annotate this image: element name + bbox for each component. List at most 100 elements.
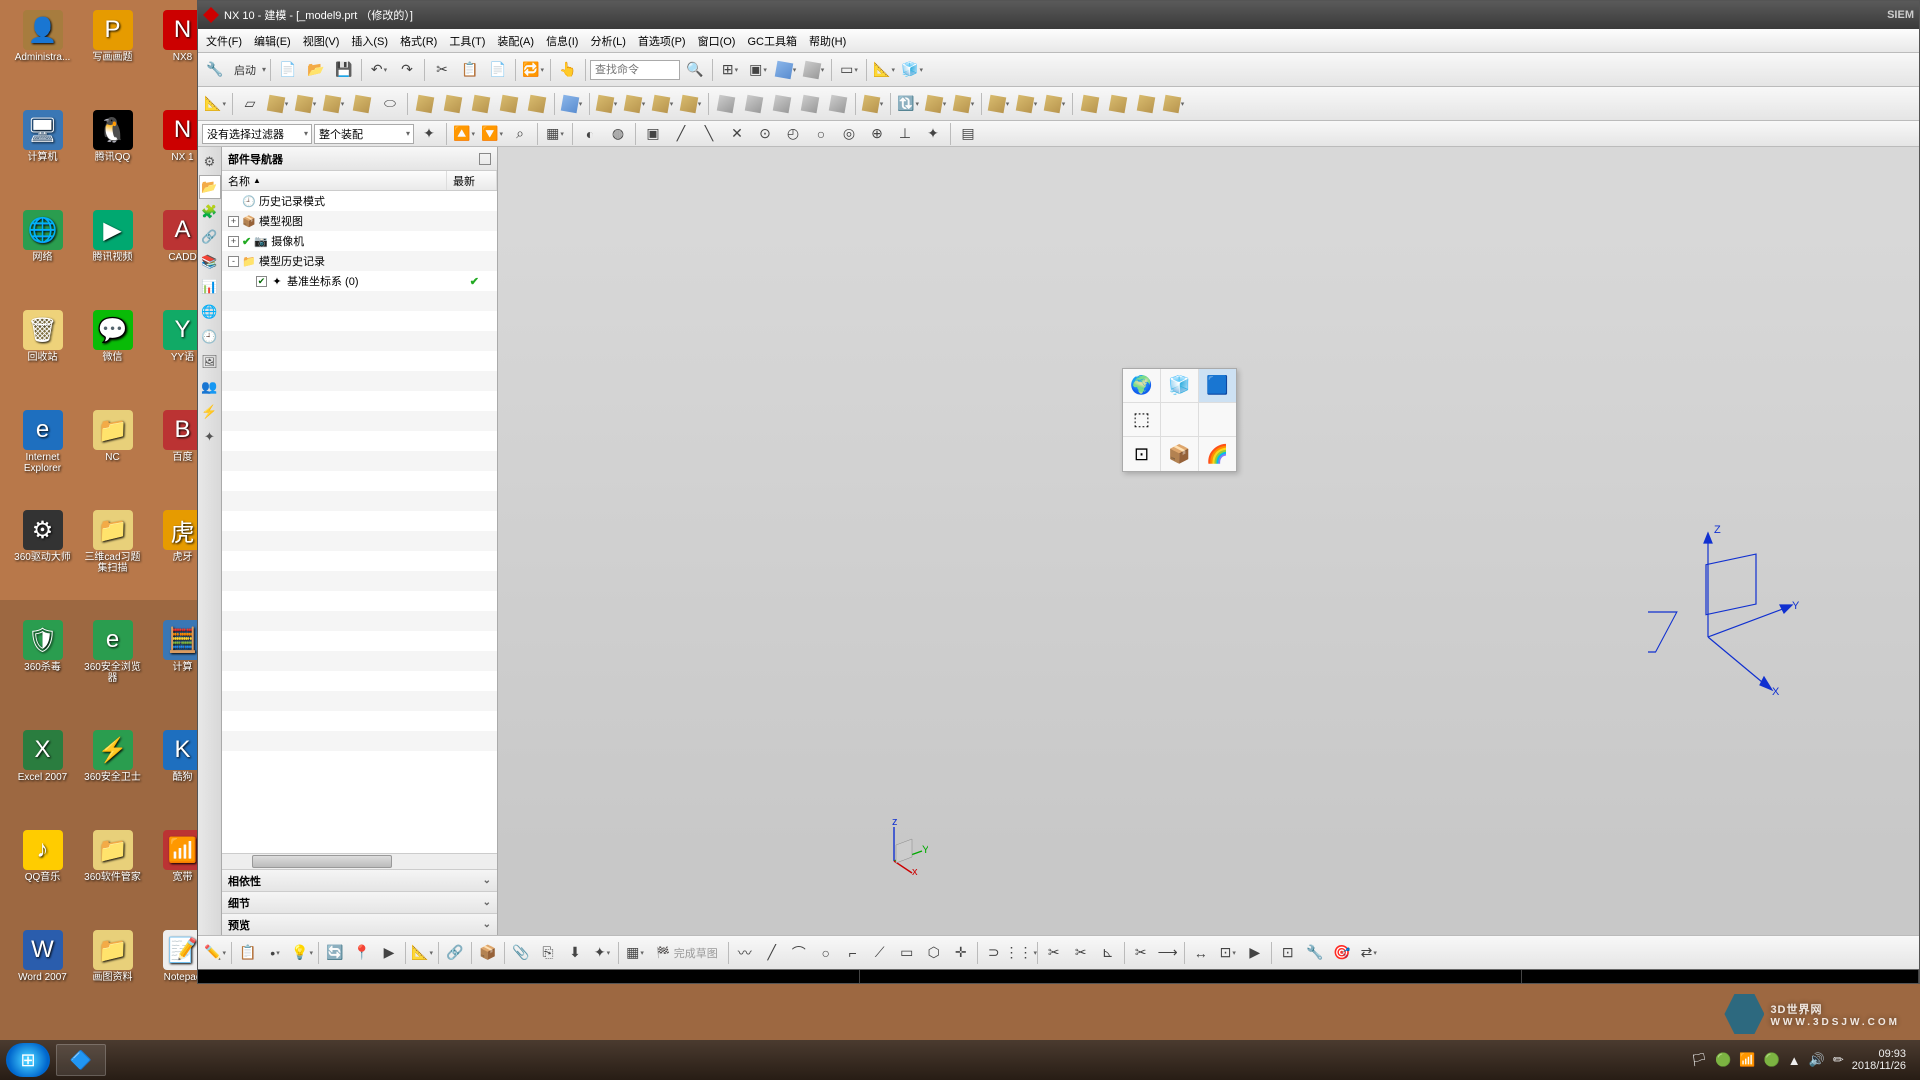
snap-quadrant-icon[interactable]: ◴ xyxy=(780,121,806,147)
menu-item[interactable]: 工具(T) xyxy=(443,31,491,51)
block-button[interactable] xyxy=(349,91,375,117)
circle-button[interactable]: ○ xyxy=(813,940,839,966)
desktop-icon[interactable]: ▶腾讯视频 xyxy=(80,210,145,263)
resource-tab-assembly[interactable]: 🧩 xyxy=(199,200,221,224)
sketch-button[interactable]: 📐 xyxy=(202,91,228,117)
orient-button[interactable] xyxy=(773,57,799,83)
desktop-icon[interactable]: 🛡360杀毒 xyxy=(10,620,75,673)
layer-button[interactable]: ▭ xyxy=(836,57,862,83)
resource-tab-constraint[interactable]: 🔗 xyxy=(199,225,221,249)
move-face-button[interactable] xyxy=(986,91,1012,117)
snap-perp-icon[interactable]: ⊥ xyxy=(892,121,918,147)
polygon-button[interactable]: ⬡ xyxy=(921,940,947,966)
pad-button[interactable] xyxy=(412,91,438,117)
copy-button[interactable]: 📋 xyxy=(457,57,483,83)
snap-intersect-icon[interactable]: ✕ xyxy=(724,121,750,147)
slot-button[interactable] xyxy=(468,91,494,117)
snap-edge-button[interactable]: ◍ xyxy=(605,121,631,147)
pattern-feature-button[interactable] xyxy=(860,91,886,117)
snap-pole-icon[interactable]: ✦ xyxy=(920,121,946,147)
type-filter-select[interactable]: 没有选择过滤器 xyxy=(202,124,312,144)
mirror-feature-button[interactable]: 🔃 xyxy=(895,91,921,117)
sketch-point-button[interactable]: • xyxy=(262,940,288,966)
instance-button[interactable] xyxy=(923,91,949,117)
menu-item[interactable]: 装配(A) xyxy=(491,31,540,51)
tray-volume-icon[interactable]: 🔊 xyxy=(1809,1052,1825,1068)
menu-item[interactable]: 分析(L) xyxy=(584,31,631,51)
fit-button[interactable]: ▣ xyxy=(745,57,771,83)
desktop-icon[interactable]: 🐧腾讯QQ xyxy=(80,110,145,163)
start-button[interactable]: ⊞ xyxy=(6,1043,50,1077)
show-constraint-button[interactable]: ⊡ xyxy=(1275,940,1301,966)
delete-face-button[interactable] xyxy=(1077,91,1103,117)
view-wireframe-hidden-icon[interactable]: ⬚ xyxy=(1123,403,1161,436)
line-button[interactable]: ╱ xyxy=(759,940,785,966)
offset-region-button[interactable] xyxy=(1133,91,1159,117)
profile-button[interactable]: 〰 xyxy=(732,940,758,966)
resource-tab-more[interactable]: ✦ xyxy=(199,425,221,449)
tray-shield-icon[interactable]: 🟢 xyxy=(1715,1052,1731,1068)
desktop-icon[interactable]: 🌐网络 xyxy=(10,210,75,263)
resource-tab-history[interactable]: 🕘 xyxy=(199,325,221,349)
view-studio-icon[interactable]: 📦 xyxy=(1161,437,1199,471)
undo-button[interactable]: ↶ xyxy=(366,57,392,83)
snap-existing-icon[interactable]: ○ xyxy=(808,121,834,147)
resource-tab-hd3d[interactable]: 📊 xyxy=(199,275,221,299)
desktop-icon[interactable]: 💬微信 xyxy=(80,310,145,363)
desktop-icon[interactable]: ⚡360安全卫士 xyxy=(80,730,145,783)
sel-intent-button[interactable]: 🔼 xyxy=(451,121,477,147)
menu-item[interactable]: 信息(I) xyxy=(540,31,584,51)
start-dropdown[interactable]: 🔧 xyxy=(202,57,228,83)
geo-constraint-button[interactable]: ⊡ xyxy=(1215,940,1241,966)
view-true-shading-icon[interactable]: 🌍 xyxy=(1123,369,1161,402)
tray-up-icon[interactable]: ▲ xyxy=(1788,1053,1801,1068)
trim-body-button[interactable] xyxy=(713,91,739,117)
tray-input-icon[interactable]: ✏ xyxy=(1833,1052,1844,1068)
resource-tab-browser[interactable]: 🌐 xyxy=(199,300,221,324)
offset-curve-button[interactable]: ⊃ xyxy=(981,940,1007,966)
point-button[interactable]: ✛ xyxy=(948,940,974,966)
sketch-constraints-button[interactable]: 📐 xyxy=(409,940,435,966)
menu-item[interactable]: 窗口(O) xyxy=(692,31,742,51)
col-name[interactable]: 名称▲ xyxy=(222,171,447,190)
desktop-icon[interactable]: XExcel 2007 xyxy=(10,730,75,783)
revolve-button[interactable] xyxy=(293,91,319,117)
menu-item[interactable]: 帮助(H) xyxy=(803,31,852,51)
sel-general-button[interactable]: ✦ xyxy=(416,121,442,147)
view-shaded-icon[interactable]: 🟦 xyxy=(1199,369,1236,402)
sketch-update-button[interactable]: 🔄 xyxy=(322,940,348,966)
copy-face-button[interactable] xyxy=(1105,91,1131,117)
move-button[interactable]: 📐 xyxy=(871,57,897,83)
more-syn-button[interactable] xyxy=(1161,91,1187,117)
tray-app-icon[interactable]: 🟢 xyxy=(1764,1052,1780,1068)
desktop-icon[interactable]: 📁360软件管家 xyxy=(80,830,145,883)
draft-button[interactable] xyxy=(650,91,676,117)
wcs-button[interactable]: 🧊 xyxy=(899,57,925,83)
sketch-light-button[interactable]: 💡 xyxy=(289,940,315,966)
snap-point-button[interactable]: ▦ xyxy=(542,121,568,147)
sel-relation-button[interactable]: 🔽 xyxy=(479,121,505,147)
auto-constraint-button[interactable]: 🔧 xyxy=(1302,940,1328,966)
desktop-icon[interactable]: 👤Administra... xyxy=(10,10,75,63)
sketch-task-env-button[interactable]: ▦ xyxy=(622,940,648,966)
snap-oncurve-icon[interactable]: ◎ xyxy=(836,121,862,147)
group-button[interactable] xyxy=(951,91,977,117)
snap-end-icon[interactable]: ▣ xyxy=(640,121,666,147)
desktop-icon[interactable]: 📁画图资料 xyxy=(80,930,145,983)
view-wireframe-icon[interactable] xyxy=(1199,403,1236,436)
resource-tab-reuse[interactable]: 📚 xyxy=(199,250,221,274)
fillet-button[interactable]: ⌐ xyxy=(840,940,866,966)
navigator-tree[interactable]: 🕘历史记录模式+📦模型视图+✔📷摄像机-📁模型历史记录✔✦基准坐标系 (0)✔ xyxy=(222,191,497,853)
navigator-undock-button[interactable] xyxy=(479,153,491,165)
open-button[interactable]: 📂 xyxy=(303,57,329,83)
snap-face-button[interactable]: ◐ xyxy=(577,121,603,147)
view-shaded-edges-icon[interactable]: 🧊 xyxy=(1161,369,1199,402)
tree-row[interactable]: -📁模型历史记录 xyxy=(222,251,497,271)
tree-row[interactable]: +📦模型视图 xyxy=(222,211,497,231)
convert-ref-button[interactable]: ⇄ xyxy=(1356,940,1382,966)
tray-clock[interactable]: 09:93 2018/11/26 xyxy=(1852,1048,1906,1072)
offset-button[interactable] xyxy=(769,91,795,117)
window-layout-button[interactable]: ⊞ xyxy=(717,57,743,83)
split-body-button[interactable] xyxy=(741,91,767,117)
snap-control-icon[interactable]: ╲ xyxy=(696,121,722,147)
